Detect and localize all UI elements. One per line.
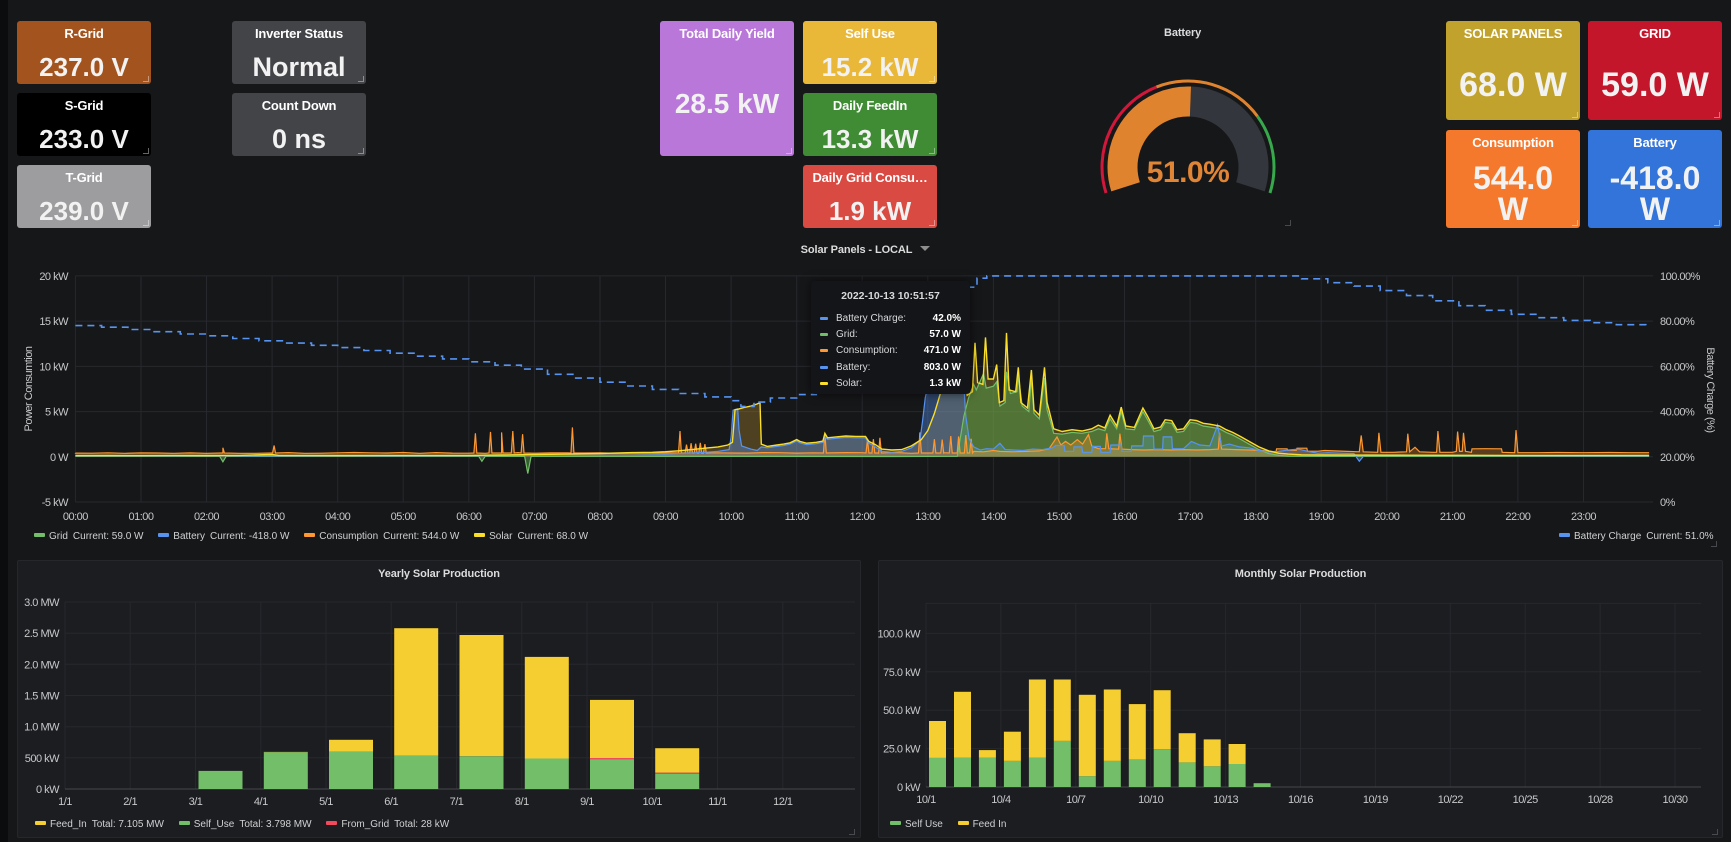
- svg-text:0 kW: 0 kW: [36, 784, 60, 796]
- svg-text:00:00: 00:00: [63, 511, 88, 523]
- svg-text:18:00: 18:00: [1243, 511, 1268, 523]
- svg-text:51.0%: 51.0%: [1147, 156, 1230, 189]
- svg-text:10/1: 10/1: [916, 794, 936, 806]
- svg-text:10/7: 10/7: [1066, 794, 1086, 806]
- svg-text:0 W: 0 W: [50, 452, 69, 464]
- svg-text:10:00: 10:00: [719, 511, 744, 523]
- svg-text:-5 kW: -5 kW: [42, 497, 69, 509]
- svg-text:23:00: 23:00: [1571, 511, 1596, 523]
- svg-text:9/1: 9/1: [580, 796, 594, 808]
- svg-text:19:00: 19:00: [1309, 511, 1334, 523]
- svg-text:25.0 kW: 25.0 kW: [883, 744, 921, 756]
- svg-text:80.00%: 80.00%: [1660, 316, 1695, 328]
- svg-text:2.0 MW: 2.0 MW: [24, 659, 60, 671]
- svg-text:1/1: 1/1: [58, 796, 72, 808]
- svg-text:20 kW: 20 kW: [39, 271, 69, 283]
- svg-text:7/1: 7/1: [450, 796, 464, 808]
- svg-text:09:00: 09:00: [653, 511, 678, 523]
- svg-text:1.5 MW: 1.5 MW: [24, 691, 60, 703]
- svg-text:40.00%: 40.00%: [1660, 407, 1695, 419]
- svg-text:6/1: 6/1: [384, 796, 398, 808]
- svg-text:12/1: 12/1: [773, 796, 793, 808]
- svg-text:5/1: 5/1: [319, 796, 333, 808]
- svg-text:10/22: 10/22: [1438, 794, 1463, 806]
- svg-text:10/10: 10/10: [1138, 794, 1163, 806]
- svg-text:20.00%: 20.00%: [1660, 452, 1695, 464]
- svg-text:04:00: 04:00: [325, 511, 350, 523]
- svg-text:17:00: 17:00: [1178, 511, 1203, 523]
- svg-text:06:00: 06:00: [456, 511, 481, 523]
- svg-text:10/1: 10/1: [642, 796, 662, 808]
- svg-text:14:00: 14:00: [981, 511, 1006, 523]
- svg-text:10/30: 10/30: [1662, 794, 1687, 806]
- svg-text:11:00: 11:00: [785, 511, 810, 523]
- svg-text:22:00: 22:00: [1505, 511, 1530, 523]
- svg-text:5 kW: 5 kW: [45, 407, 69, 419]
- svg-text:20:00: 20:00: [1374, 511, 1399, 523]
- svg-text:10/25: 10/25: [1513, 794, 1538, 806]
- svg-text:10 kW: 10 kW: [39, 361, 69, 373]
- svg-text:15:00: 15:00: [1046, 511, 1071, 523]
- svg-text:10/4: 10/4: [991, 794, 1011, 806]
- svg-text:500 kW: 500 kW: [25, 753, 60, 765]
- svg-text:50.0 kW: 50.0 kW: [883, 705, 921, 717]
- svg-text:60.00%: 60.00%: [1660, 361, 1695, 373]
- svg-text:16:00: 16:00: [1112, 511, 1137, 523]
- svg-text:05:00: 05:00: [391, 511, 416, 523]
- svg-text:11/1: 11/1: [708, 796, 727, 808]
- svg-text:10/19: 10/19: [1363, 794, 1388, 806]
- svg-text:13:00: 13:00: [915, 511, 940, 523]
- svg-text:Battery Charge (%): Battery Charge (%): [1704, 347, 1716, 432]
- svg-text:10/16: 10/16: [1288, 794, 1313, 806]
- svg-text:02:00: 02:00: [194, 511, 219, 523]
- svg-text:2.5 MW: 2.5 MW: [24, 628, 60, 640]
- svg-text:0%: 0%: [1660, 497, 1676, 509]
- svg-text:12:00: 12:00: [850, 511, 875, 523]
- svg-text:Power Consumtion: Power Consumtion: [23, 346, 35, 431]
- svg-text:100.0 kW: 100.0 kW: [878, 628, 921, 640]
- svg-text:10/28: 10/28: [1588, 794, 1613, 806]
- svg-text:75.0 kW: 75.0 kW: [883, 667, 921, 679]
- svg-text:15 kW: 15 kW: [39, 316, 69, 328]
- svg-text:3.0 MW: 3.0 MW: [24, 597, 60, 609]
- svg-text:8/1: 8/1: [515, 796, 529, 808]
- svg-text:1.0 MW: 1.0 MW: [24, 722, 60, 734]
- svg-text:07:00: 07:00: [522, 511, 547, 523]
- svg-text:03:00: 03:00: [260, 511, 285, 523]
- svg-text:01:00: 01:00: [128, 511, 153, 523]
- svg-text:4/1: 4/1: [254, 796, 268, 808]
- svg-text:3/1: 3/1: [189, 796, 203, 808]
- svg-text:08:00: 08:00: [587, 511, 612, 523]
- svg-text:10/13: 10/13: [1213, 794, 1238, 806]
- svg-text:0 kW: 0 kW: [897, 782, 921, 794]
- svg-text:100.00%: 100.00%: [1660, 271, 1701, 283]
- svg-text:2/1: 2/1: [123, 796, 137, 808]
- svg-text:21:00: 21:00: [1440, 511, 1465, 523]
